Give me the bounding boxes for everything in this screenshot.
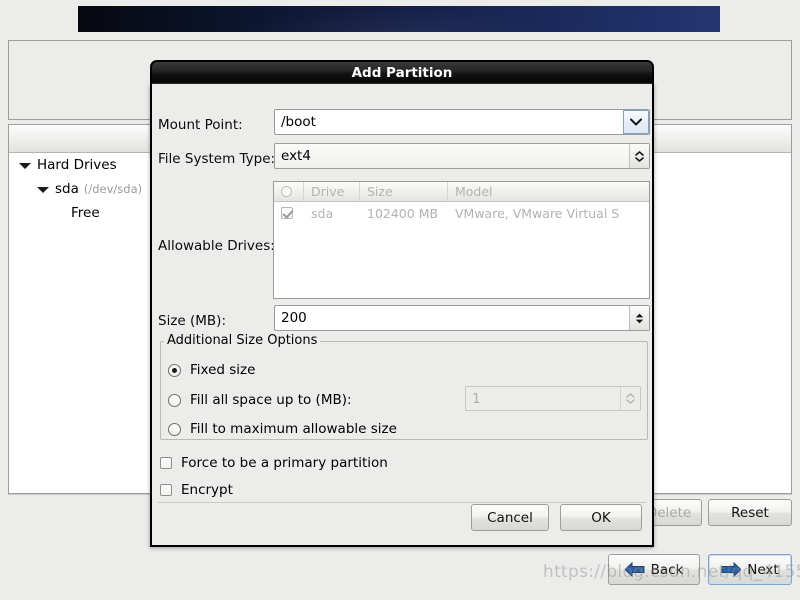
drive-row-name: sda: [311, 205, 334, 221]
checkbox-label: Encrypt: [181, 482, 233, 498]
allowable-drives-list[interactable]: Drive Size Model sda 102400 MB VMware, V…: [273, 181, 650, 299]
ok-button[interactable]: OK: [560, 504, 642, 531]
radio-icon[interactable]: [168, 363, 181, 377]
dialog-titlebar[interactable]: Add Partition: [150, 60, 654, 84]
tree-item-label: Free: [71, 205, 100, 221]
dialog-body: Mount Point: /boot File System Type: ext…: [152, 84, 652, 545]
chevron-down-icon[interactable]: [635, 319, 644, 324]
screen: Please Select A Device Device Hard Drive…: [0, 0, 800, 600]
radio-icon[interactable]: [168, 422, 181, 436]
dialog-action-divider: [158, 502, 646, 503]
chevron-down-icon[interactable]: [623, 110, 649, 134]
chevron-up-glyph: [635, 150, 644, 156]
mount-point-value: /boot: [281, 114, 316, 130]
tree-item-device-path: (/dev/sda): [83, 182, 143, 196]
spinner-buttons[interactable]: [620, 387, 640, 410]
chevron-up-icon[interactable]: [626, 393, 635, 398]
reset-button-label: Reset: [731, 504, 769, 521]
fill-up-to-value: 1: [472, 390, 481, 407]
file-system-type-label: File System Type:: [158, 151, 276, 167]
drive-row-checkbox-cell[interactable]: [274, 207, 304, 219]
expander-triangle-icon[interactable]: [19, 159, 32, 172]
radio-label: Fill to maximum allowable size: [190, 421, 397, 437]
drives-column-drive[interactable]: Drive: [304, 182, 360, 201]
checkbox-icon[interactable]: [160, 484, 172, 496]
chevron-up-icon[interactable]: [635, 313, 644, 318]
chevron-down-glyph: [630, 118, 642, 126]
size-value: 200: [281, 310, 307, 326]
radio-fill-all-space-up-to[interactable]: Fill all space up to (MB):: [168, 392, 352, 408]
drives-column-model[interactable]: Model: [448, 182, 649, 201]
expander-triangle-icon[interactable]: [37, 183, 50, 196]
column-label: Drive: [311, 184, 345, 199]
installer-banner: [78, 6, 720, 32]
ok-button-label: OK: [591, 509, 611, 526]
banner-highlight: [228, 6, 558, 32]
checkbox-label: Force to be a primary partition: [181, 455, 388, 471]
cancel-button[interactable]: Cancel: [471, 504, 549, 531]
circle-icon: [281, 186, 292, 197]
add-partition-dialog: Add Partition Mount Point: /boot File Sy…: [150, 60, 654, 547]
drive-row-size: 102400 MB: [367, 205, 439, 221]
tree-item-label: Hard Drives: [37, 157, 117, 173]
checkbox-encrypt[interactable]: Encrypt: [160, 482, 233, 498]
arrow-left-icon: [624, 562, 645, 577]
drives-select-all-header[interactable]: [274, 182, 304, 201]
allowable-drives-label: Allowable Drives:: [158, 238, 275, 254]
back-button[interactable]: Back: [608, 554, 700, 585]
file-system-type-select[interactable]: ext4: [274, 143, 650, 169]
back-button-label: Back: [650, 561, 684, 578]
chevron-down-glyph: [635, 156, 644, 162]
size-label: Size (MB):: [158, 313, 226, 329]
drives-column-size[interactable]: Size: [360, 182, 448, 201]
spinner-buttons[interactable]: [629, 306, 649, 330]
table-row[interactable]: sda 102400 MB VMware, VMware Virtual S: [274, 202, 649, 224]
file-system-type-value: ext4: [281, 148, 311, 164]
mount-point-combobox[interactable]: /boot: [274, 109, 650, 135]
checkbox-icon[interactable]: [281, 207, 293, 219]
arrow-right-icon: [721, 562, 742, 577]
radio-label: Fill all space up to (MB):: [190, 392, 352, 408]
drive-row-model: VMware, VMware Virtual S: [455, 205, 620, 221]
drives-table-header: Drive Size Model: [274, 182, 649, 202]
next-button[interactable]: Next: [708, 554, 792, 585]
additional-size-options-legend: Additional Size Options: [164, 333, 321, 348]
column-label: Model: [455, 184, 493, 199]
size-spinner[interactable]: 200: [274, 305, 650, 331]
column-label: Size: [367, 184, 393, 199]
radio-label: Fixed size: [190, 362, 256, 378]
chevron-up-down-icon[interactable]: [629, 144, 649, 168]
tree-item-label: sda: [55, 181, 79, 197]
radio-icon[interactable]: [168, 393, 181, 407]
dialog-title: Add Partition: [351, 64, 453, 81]
reset-button[interactable]: Reset: [708, 499, 792, 526]
fill-up-to-spinner[interactable]: 1: [465, 386, 641, 411]
checkbox-force-primary-partition[interactable]: Force to be a primary partition: [160, 455, 388, 471]
radio-fill-to-maximum[interactable]: Fill to maximum allowable size: [168, 421, 397, 437]
cancel-button-label: Cancel: [487, 509, 533, 526]
next-button-label: Next: [747, 561, 779, 578]
chevron-down-icon[interactable]: [626, 399, 635, 404]
checkbox-icon[interactable]: [160, 457, 172, 469]
radio-fixed-size[interactable]: Fixed size: [168, 362, 255, 378]
mount-point-label: Mount Point:: [158, 117, 243, 133]
